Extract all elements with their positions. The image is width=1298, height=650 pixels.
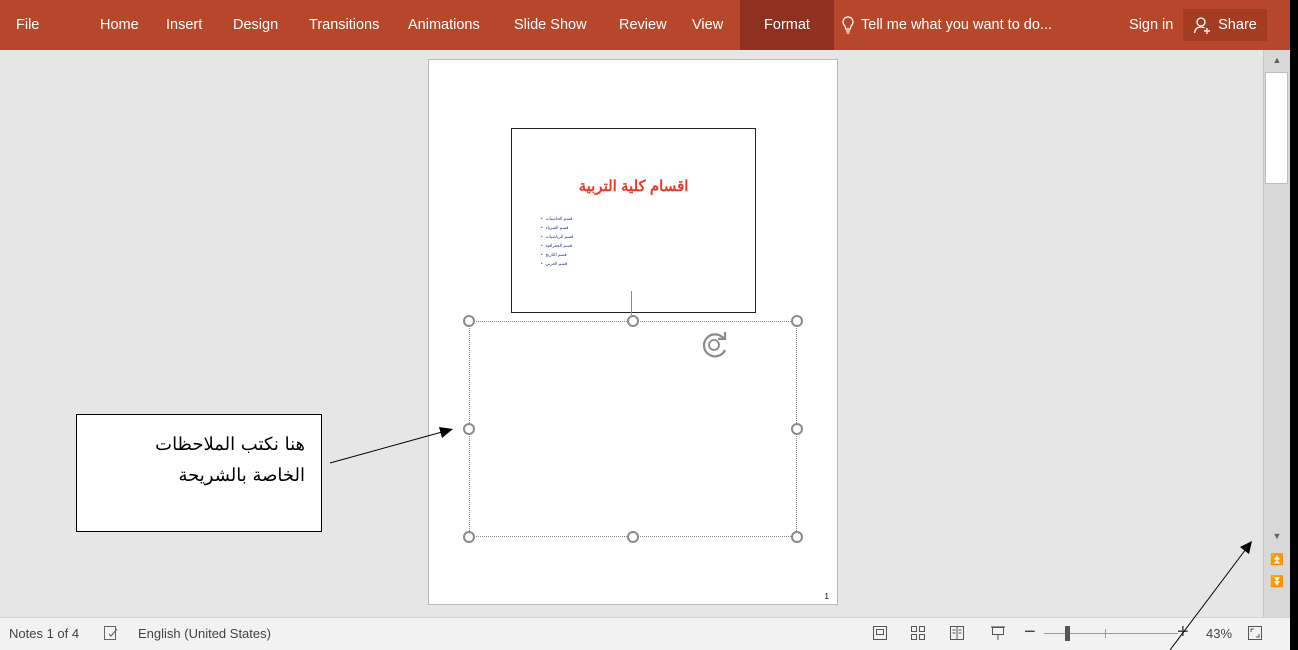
tell-me-search[interactable]: Tell me what you want to do... [842, 0, 1052, 50]
zoom-slider-thumb[interactable] [1065, 626, 1070, 641]
slide-bullet: قسم الحاسبات [541, 214, 573, 223]
normal-view-icon[interactable] [872, 625, 888, 641]
resize-handle-left[interactable] [463, 423, 475, 435]
slide-bullet: قسم الجغرافية [541, 241, 573, 250]
slide-thumbnail[interactable]: اقسام كلية التربية قسم الحاسبات قسم الفي… [511, 128, 756, 358]
slide-bullet: قسم الفيزياء [541, 223, 573, 232]
slide-bullet: قسم التاريخ [541, 250, 573, 259]
window-edge [1290, 0, 1298, 650]
person-add-icon [1193, 17, 1211, 34]
tab-transitions[interactable]: Transitions [309, 0, 379, 50]
annotation-callout: هنا نكتب الملاحظات الخاصة بالشريحة [76, 414, 322, 532]
tab-review[interactable]: Review [619, 0, 667, 50]
slide-bullet: قسم الرياضيات [541, 232, 574, 241]
previous-page-icon[interactable]: ⏫ [1264, 549, 1290, 569]
callout-line-1: هنا نكتب الملاحظات [155, 434, 305, 455]
lightbulb-icon [842, 16, 854, 34]
share-button[interactable]: Share [1183, 9, 1267, 41]
ribbon-bar: File Home Insert Design Transitions Anim… [0, 0, 1290, 50]
zoom-in-icon[interactable]: + [1177, 621, 1189, 644]
status-bar: Notes 1 of 4 English (United States) − +… [0, 617, 1290, 650]
tab-design[interactable]: Design [233, 0, 278, 50]
share-label: Share [1218, 17, 1257, 33]
zoom-out-icon[interactable]: − [1024, 621, 1036, 644]
rotate-handle-line [631, 291, 632, 315]
next-page-icon[interactable]: ⏬ [1264, 571, 1290, 591]
zoom-percent[interactable]: 43% [1206, 626, 1232, 641]
callout-line-2: الخاصة بالشريحة [178, 465, 306, 486]
resize-handle-top-left[interactable] [463, 315, 475, 327]
language-indicator[interactable]: English (United States) [138, 626, 271, 641]
tab-slide-show[interactable]: Slide Show [514, 0, 587, 50]
resize-handle-bottom-right[interactable] [791, 531, 803, 543]
reading-view-icon[interactable] [949, 625, 965, 641]
resize-handle-top[interactable] [627, 315, 639, 327]
fit-to-window-icon[interactable] [1247, 625, 1263, 641]
slide-sorter-icon[interactable] [910, 625, 926, 641]
resize-handle-bottom[interactable] [627, 531, 639, 543]
tab-insert[interactable]: Insert [166, 0, 202, 50]
tab-animations[interactable]: Animations [408, 0, 480, 50]
slide-bullet: قسم العربي [541, 259, 573, 268]
slide-show-view-icon[interactable] [990, 625, 1006, 641]
scrollbar-thumb[interactable] [1265, 72, 1288, 184]
vertical-scrollbar[interactable]: ▲ ▼ ⏫ ⏬ [1263, 50, 1290, 617]
tab-view[interactable]: View [692, 0, 723, 50]
scroll-up-icon[interactable]: ▲ [1264, 50, 1290, 70]
notes-count[interactable]: Notes 1 of 4 [9, 626, 79, 641]
slide-bullet-list: قسم الحاسبات قسم الفيزياء قسم الرياضيات … [541, 214, 574, 268]
resize-handle-top-right[interactable] [791, 315, 803, 327]
tab-home[interactable]: Home [100, 0, 139, 50]
notes-page: اقسام كلية التربية قسم الحاسبات قسم الفي… [428, 59, 838, 605]
proofing-icon[interactable] [103, 625, 119, 641]
notes-workspace: اقسام كلية التربية قسم الحاسبات قسم الفي… [0, 50, 1263, 617]
slide-title: اقسام كلية التربية [578, 178, 689, 195]
page-number: 1 [824, 592, 829, 601]
zoom-slider-center-tick [1105, 629, 1106, 638]
tab-format[interactable]: Format [740, 0, 834, 50]
resize-handle-right[interactable] [791, 423, 803, 435]
notes-placeholder[interactable] [469, 321, 797, 537]
tell-me-text: Tell me what you want to do... [861, 17, 1053, 33]
sign-in-link[interactable]: Sign in [1129, 0, 1173, 50]
scroll-down-icon[interactable]: ▼ [1264, 526, 1290, 546]
resize-handle-bottom-left[interactable] [463, 531, 475, 543]
tab-file[interactable]: File [16, 0, 39, 50]
